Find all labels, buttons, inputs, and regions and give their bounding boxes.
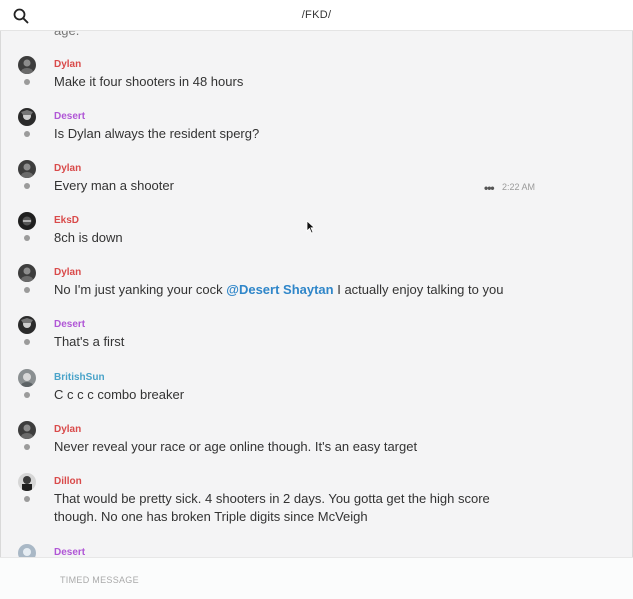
message-author[interactable]: Dylan — [54, 59, 81, 70]
message-text-line-2: though. No one has broken Triple digits … — [54, 509, 368, 524]
user-mention-link[interactable]: @Desert Shaytan — [226, 282, 333, 297]
message-text-start: No I'm just yanking your cock — [54, 282, 227, 297]
mouse-cursor-icon — [306, 220, 316, 234]
status-dot — [24, 339, 30, 345]
message-feed[interactable]: age. Dylan Make it four shooters in 48 h… — [0, 31, 633, 557]
avatar[interactable] — [18, 421, 36, 439]
avatar[interactable] — [18, 264, 36, 282]
avatar[interactable] — [18, 212, 36, 230]
message-author[interactable]: BritishSun — [54, 372, 105, 383]
message-author[interactable]: Dylan — [54, 424, 81, 435]
avatar[interactable] — [18, 473, 36, 491]
message-text: Make it four shooters in 48 hours — [54, 74, 244, 89]
partial-message-text: age. — [54, 31, 494, 40]
avatar[interactable] — [18, 108, 36, 126]
avatar[interactable] — [18, 544, 36, 557]
message-text: Never reveal your race or age online tho… — [54, 439, 418, 454]
status-dot — [24, 496, 30, 502]
status-dot — [24, 79, 30, 85]
status-dot — [24, 183, 30, 189]
more-options-icon[interactable]: ••• — [484, 181, 495, 195]
message-author[interactable]: Dillon — [54, 476, 82, 487]
message-text: 8ch is down — [54, 230, 123, 245]
avatar[interactable] — [18, 56, 36, 74]
status-dot — [24, 392, 30, 398]
composer-bar — [0, 557, 633, 599]
message-author[interactable]: EksD — [54, 215, 79, 226]
message-author[interactable]: Desert — [54, 547, 85, 557]
avatar[interactable] — [18, 316, 36, 334]
message-text: C c c c combo breaker — [54, 387, 185, 402]
status-dot — [24, 235, 30, 241]
message-text-end: I actually enjoy talking to you — [333, 282, 504, 297]
status-dot — [24, 131, 30, 137]
avatar[interactable] — [18, 160, 36, 178]
top-bar: /FKD/ — [0, 0, 633, 31]
timed-message-input[interactable] — [60, 573, 560, 587]
message-author[interactable]: Dylan — [54, 267, 81, 278]
status-dot — [24, 287, 30, 293]
channel-title: /FKD/ — [301, 9, 332, 21]
message-text-line-1: That would be pretty sick. 4 shooters in… — [54, 491, 490, 506]
message-text: Every man a shooter — [54, 178, 174, 193]
message-text: That's a first — [54, 334, 125, 349]
message-timestamp: 2:22 AM — [502, 182, 536, 192]
message-author[interactable]: Dylan — [54, 163, 81, 174]
status-dot — [24, 444, 30, 450]
message-author[interactable]: Desert — [54, 319, 85, 330]
message-text: No I'm just yanking your cock @Desert Sh… — [54, 281, 614, 299]
message-text: Is Dylan always the resident sperg? — [54, 126, 260, 141]
avatar[interactable] — [18, 369, 36, 387]
message-author[interactable]: Desert — [54, 111, 85, 122]
